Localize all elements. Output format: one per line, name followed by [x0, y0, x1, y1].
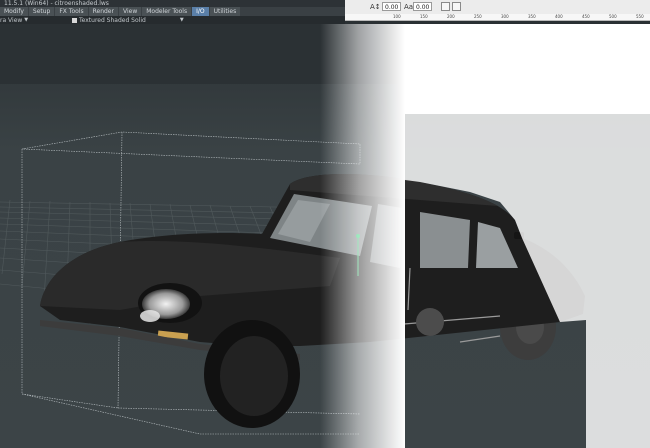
ruler-label: 400: [555, 14, 563, 19]
scene-canvas: [0, 24, 650, 448]
render-mode-label: Textured Shaded Solid: [79, 16, 146, 24]
tracking-field[interactable]: 0.00: [382, 2, 401, 11]
tab-fx-tools[interactable]: FX Tools: [55, 7, 88, 16]
frame-button[interactable]: [441, 2, 450, 11]
leading-icon: Aa: [404, 3, 414, 11]
middle-side-window: [420, 212, 470, 268]
main-menu-bar: Modify Setup FX Tools Render View Modele…: [0, 7, 345, 16]
tab-modeler-tools[interactable]: Modeler Tools: [142, 7, 192, 16]
3d-viewport[interactable]: [0, 24, 650, 448]
tab-setup[interactable]: Setup: [28, 7, 55, 16]
ruler-label: 200: [447, 14, 455, 19]
view-type-dropdown[interactable]: ra View ▼: [0, 17, 56, 24]
fog-lamp: [140, 310, 160, 322]
white-canvas-top: [405, 24, 650, 114]
viewport-header: ra View ▼ Textured Shaded Solid ▼: [0, 16, 345, 24]
rear-wheel-cover: [416, 308, 444, 336]
chevron-down-icon: ▼: [24, 17, 29, 23]
front-wheel-hub: [220, 336, 288, 416]
chevron-down-icon: ▼: [179, 17, 184, 23]
ruler-label: 550: [636, 14, 644, 19]
tab-utilities[interactable]: Utilities: [209, 7, 241, 16]
view-type-label: ra View: [0, 16, 23, 24]
align-button[interactable]: [452, 2, 461, 11]
ruler-label: 450: [582, 14, 590, 19]
horizontal-ruler: 100 150 200 250 300 350 400 450 500 550: [345, 14, 650, 21]
tracking-icon: A↕: [370, 3, 381, 11]
ruler-label: 250: [474, 14, 482, 19]
ruler-label: 100: [393, 14, 401, 19]
ruler-label: 350: [528, 14, 536, 19]
window-title: 11.5.1 (Win64) - citroenshaded.lws: [4, 0, 109, 7]
tab-render[interactable]: Render: [88, 7, 118, 16]
render-mode-dropdown[interactable]: Textured Shaded Solid ▼: [72, 17, 184, 24]
window-title-bar: 11.5.1 (Win64) - citroenshaded.lws: [0, 0, 345, 7]
tab-io[interactable]: I/O: [192, 7, 209, 16]
tab-modify[interactable]: Modify: [0, 7, 28, 16]
ruler-label: 300: [501, 14, 509, 19]
ruler-label: 150: [420, 14, 428, 19]
ruler-label: 500: [609, 14, 617, 19]
tab-view[interactable]: View: [118, 7, 142, 16]
fade-overlay: [320, 24, 405, 448]
leading-field[interactable]: 0.00: [413, 2, 432, 11]
render-mode-icon: [72, 17, 77, 23]
editor-toolbar: A↕ 0.00 Aa 0.00: [345, 0, 650, 15]
